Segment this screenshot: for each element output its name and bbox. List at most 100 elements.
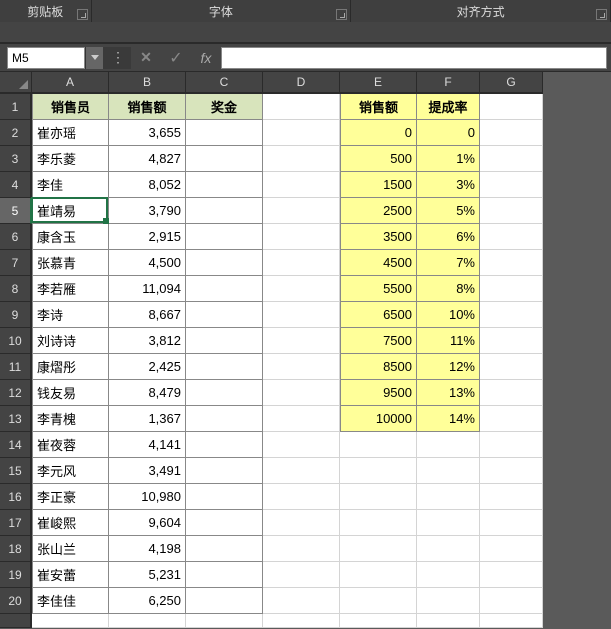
cell-D9[interactable] (263, 302, 340, 328)
cell-F12[interactable]: 13% (417, 380, 480, 406)
row-header-10[interactable]: 10 (0, 328, 32, 354)
cell-A13[interactable]: 李青槐 (32, 406, 109, 432)
cell-F17[interactable] (417, 510, 480, 536)
cell-C17[interactable] (186, 510, 263, 536)
cell-C3[interactable] (186, 146, 263, 172)
cell-E17[interactable] (340, 510, 417, 536)
cell-B11[interactable]: 2,425 (109, 354, 186, 380)
cell-G11[interactable] (480, 354, 543, 380)
cell-G13[interactable] (480, 406, 543, 432)
select-all-button[interactable] (0, 72, 32, 94)
cell-B1[interactable]: 销售额 (109, 94, 186, 120)
cell-G7[interactable] (480, 250, 543, 276)
cell-B6[interactable]: 2,915 (109, 224, 186, 250)
cell-F4[interactable]: 3% (417, 172, 480, 198)
cell-F14[interactable] (417, 432, 480, 458)
cell-F20[interactable] (417, 588, 480, 614)
cell-D12[interactable] (263, 380, 340, 406)
cell-G8[interactable] (480, 276, 543, 302)
cell-D20[interactable] (263, 588, 340, 614)
cell-E6[interactable]: 3500 (340, 224, 417, 250)
cell-D16[interactable] (263, 484, 340, 510)
cell-D17[interactable] (263, 510, 340, 536)
cell-E18[interactable] (340, 536, 417, 562)
cell-D2[interactable] (263, 120, 340, 146)
cell-B2[interactable]: 3,655 (109, 120, 186, 146)
column-header-F[interactable]: F (417, 72, 480, 94)
row-header-3[interactable]: 3 (0, 146, 32, 172)
column-header-E[interactable]: E (340, 72, 417, 94)
cell-C15[interactable] (186, 458, 263, 484)
cell-C10[interactable] (186, 328, 263, 354)
cell-A2[interactable]: 崔亦瑶 (32, 120, 109, 146)
cell-F19[interactable] (417, 562, 480, 588)
cell-G4[interactable] (480, 172, 543, 198)
cell-B12[interactable]: 8,479 (109, 380, 186, 406)
cell-C7[interactable] (186, 250, 263, 276)
cell-B8[interactable]: 11,094 (109, 276, 186, 302)
cell-G3[interactable] (480, 146, 543, 172)
cell-C4[interactable] (186, 172, 263, 198)
cell-D18[interactable] (263, 536, 340, 562)
cell-B16[interactable]: 10,980 (109, 484, 186, 510)
row-header-13[interactable]: 13 (0, 406, 32, 432)
cell-A18[interactable]: 张山兰 (32, 536, 109, 562)
cell-E19[interactable] (340, 562, 417, 588)
cell-B7[interactable]: 4,500 (109, 250, 186, 276)
cell-C2[interactable] (186, 120, 263, 146)
cell-D1[interactable] (263, 94, 340, 120)
column-header-A[interactable]: A (32, 72, 109, 94)
cell-A4[interactable]: 李佳 (32, 172, 109, 198)
cell-F16[interactable] (417, 484, 480, 510)
row-header-9[interactable]: 9 (0, 302, 32, 328)
cell-C18[interactable] (186, 536, 263, 562)
cell-F13[interactable]: 14% (417, 406, 480, 432)
cell-B20[interactable]: 6,250 (109, 588, 186, 614)
cell-B10[interactable]: 3,812 (109, 328, 186, 354)
cell-D10[interactable] (263, 328, 340, 354)
cell-D3[interactable] (263, 146, 340, 172)
cell-F1[interactable]: 提成率 (417, 94, 480, 120)
cell-A5[interactable]: 崔靖易 (32, 198, 109, 224)
cell-B19[interactable]: 5,231 (109, 562, 186, 588)
row-header-5[interactable]: 5 (0, 198, 32, 224)
cell-C19[interactable] (186, 562, 263, 588)
row-header-19[interactable]: 19 (0, 562, 32, 588)
cell-D5[interactable] (263, 198, 340, 224)
name-box-dropdown[interactable] (85, 47, 103, 69)
cell-C9[interactable] (186, 302, 263, 328)
cell-B17[interactable]: 9,604 (109, 510, 186, 536)
cell-E20[interactable] (340, 588, 417, 614)
cell-A8[interactable]: 李若雁 (32, 276, 109, 302)
cell-B15[interactable]: 3,491 (109, 458, 186, 484)
cell-G18[interactable] (480, 536, 543, 562)
cell-A20[interactable]: 李佳佳 (32, 588, 109, 614)
name-box[interactable]: M5 (7, 47, 85, 69)
cell-A12[interactable]: 钱友易 (32, 380, 109, 406)
cell-F6[interactable]: 6% (417, 224, 480, 250)
cell-G10[interactable] (480, 328, 543, 354)
cell-C16[interactable] (186, 484, 263, 510)
cell-G15[interactable] (480, 458, 543, 484)
cell-G5[interactable] (480, 198, 543, 224)
cell-G19[interactable] (480, 562, 543, 588)
worksheet[interactable]: ABCDEFG 1234567891011121314151617181920 … (0, 72, 611, 629)
cell-G6[interactable] (480, 224, 543, 250)
insert-function-button[interactable]: fx (191, 47, 221, 69)
cell-C8[interactable] (186, 276, 263, 302)
cell-B3[interactable]: 4,827 (109, 146, 186, 172)
cell-E15[interactable] (340, 458, 417, 484)
cell-C6[interactable] (186, 224, 263, 250)
cell-C1[interactable]: 奖金 (186, 94, 263, 120)
cell-C12[interactable] (186, 380, 263, 406)
column-header-D[interactable]: D (263, 72, 340, 94)
cell-A15[interactable]: 李元风 (32, 458, 109, 484)
cell-C11[interactable] (186, 354, 263, 380)
cell-F5[interactable]: 5% (417, 198, 480, 224)
row-header-18[interactable]: 18 (0, 536, 32, 562)
cell-G16[interactable] (480, 484, 543, 510)
row-header-16[interactable]: 16 (0, 484, 32, 510)
column-header-G[interactable]: G (480, 72, 543, 94)
cell-E8[interactable]: 5500 (340, 276, 417, 302)
cell-B4[interactable]: 8,052 (109, 172, 186, 198)
